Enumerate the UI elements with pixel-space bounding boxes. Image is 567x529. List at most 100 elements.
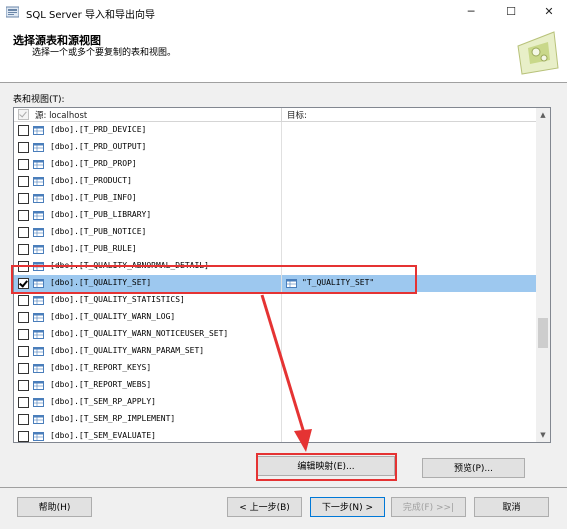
maximize-button[interactable]: ☐ (496, 2, 526, 22)
table-row[interactable]: [dbo].[T_QUALITY_STATISTICS] (14, 292, 536, 309)
annotation-highlight-row (11, 265, 417, 294)
table-icon (33, 313, 44, 322)
row-checkbox[interactable] (18, 431, 29, 442)
row-checkbox[interactable] (18, 346, 29, 357)
table-icon (33, 432, 44, 441)
source-table-name: [dbo].[T_PRODUCT] (50, 176, 132, 185)
help-button[interactable]: 帮助(H) (17, 497, 92, 517)
table-row[interactable]: [dbo].[T_SEM_RP_IMPLEMENT] (14, 411, 536, 428)
app-icon (6, 6, 19, 18)
next-button[interactable]: 下一步(N) > (310, 497, 385, 517)
row-divider (281, 139, 282, 156)
table-row[interactable]: [dbo].[T_SEM_RP_APPLY] (14, 394, 536, 411)
row-checkbox[interactable] (18, 312, 29, 323)
minimize-button[interactable]: ─ (456, 2, 486, 22)
row-checkbox[interactable] (18, 295, 29, 306)
row-divider (281, 360, 282, 377)
table-row[interactable]: [dbo].[T_REPORT_WEBS] (14, 377, 536, 394)
grid-header: 源: localhost 目标: (14, 108, 536, 122)
table-icon (33, 177, 44, 186)
row-checkbox[interactable] (18, 176, 29, 187)
footer-divider (0, 487, 567, 488)
row-divider (281, 241, 282, 258)
row-checkbox[interactable] (18, 210, 29, 221)
table-row[interactable]: [dbo].[T_PUB_INFO] (14, 190, 536, 207)
row-divider (281, 326, 282, 343)
row-divider (281, 411, 282, 428)
title-bar: SQL Server 导入和导出向导 ─ ☐ ✕ (0, 0, 567, 24)
row-divider (281, 428, 282, 442)
row-checkbox[interactable] (18, 363, 29, 374)
table-icon (33, 364, 44, 373)
row-checkbox[interactable] (18, 329, 29, 340)
source-table-name: [dbo].[T_QUALITY_WARN_NOTICEUSER_SET] (50, 329, 229, 338)
annotation-highlight-button (256, 453, 397, 481)
table-row[interactable]: [dbo].[T_QUALITY_WARN_LOG] (14, 309, 536, 326)
table-icon (33, 381, 44, 390)
page-subtitle: 选择一个或多个要复制的表和视图。 (32, 48, 177, 58)
close-button[interactable]: ✕ (534, 2, 564, 22)
source-table-name: [dbo].[T_SEM_EVALUATE] (50, 431, 156, 440)
row-divider (281, 207, 282, 224)
table-row[interactable]: [dbo].[T_SEM_EVALUATE] (14, 428, 536, 442)
row-divider (281, 292, 282, 309)
wizard-header: 选择源表和源视图 选择一个或多个要复制的表和视图。 (0, 24, 567, 83)
row-divider (281, 190, 282, 207)
tables-views-label: 表和视图(T): (13, 95, 65, 105)
row-checkbox[interactable] (18, 414, 29, 425)
row-checkbox[interactable] (18, 380, 29, 391)
row-checkbox[interactable] (18, 159, 29, 170)
row-divider (281, 394, 282, 411)
table-icon (33, 160, 44, 169)
table-icon (33, 347, 44, 356)
table-icon (33, 296, 44, 305)
row-divider (281, 309, 282, 326)
table-row[interactable]: [dbo].[T_QUALITY_WARN_NOTICEUSER_SET] (14, 326, 536, 343)
cancel-button[interactable]: 取消 (474, 497, 549, 517)
finish-button[interactable]: 完成(F) >>| (391, 497, 466, 517)
back-button[interactable]: < 上一步(B) (227, 497, 302, 517)
row-checkbox[interactable] (18, 244, 29, 255)
table-icon (33, 143, 44, 152)
table-row[interactable]: [dbo].[T_PRD_DEVICE] (14, 122, 536, 139)
table-row[interactable]: [dbo].[T_PRD_OUTPUT] (14, 139, 536, 156)
source-table-name: [dbo].[T_PRD_PROP] (50, 159, 137, 168)
source-table-name: [dbo].[T_QUALITY_WARN_PARAM_SET] (50, 346, 205, 355)
row-checkbox[interactable] (18, 227, 29, 238)
row-checkbox[interactable] (18, 193, 29, 204)
table-row[interactable]: [dbo].[T_REPORT_KEYS] (14, 360, 536, 377)
table-icon (33, 211, 44, 220)
wizard-logo-icon (517, 31, 559, 75)
source-table-name: [dbo].[T_SEM_RP_APPLY] (50, 397, 156, 406)
table-row[interactable]: [dbo].[T_QUALITY_WARN_PARAM_SET] (14, 343, 536, 360)
row-checkbox[interactable] (18, 397, 29, 408)
column-divider[interactable] (281, 108, 282, 121)
table-row[interactable]: [dbo].[T_PRD_PROP] (14, 156, 536, 173)
source-table-name: [dbo].[T_PUB_INFO] (50, 193, 137, 202)
table-row[interactable]: [dbo].[T_PUB_NOTICE] (14, 224, 536, 241)
row-divider (281, 224, 282, 241)
vertical-scrollbar[interactable]: ▲ ▼ (536, 108, 550, 442)
window-title: SQL Server 导入和导出向导 (26, 10, 155, 21)
column-header-source[interactable]: 源: localhost (35, 109, 87, 121)
scroll-thumb[interactable] (538, 318, 548, 348)
table-icon (33, 415, 44, 424)
source-table-name: [dbo].[T_SEM_RP_IMPLEMENT] (50, 414, 176, 423)
table-icon (33, 330, 44, 339)
table-row[interactable]: [dbo].[T_PUB_LIBRARY] (14, 207, 536, 224)
row-divider (281, 122, 282, 139)
row-checkbox[interactable] (18, 125, 29, 136)
source-table-name: [dbo].[T_PRD_OUTPUT] (50, 142, 147, 151)
preview-button[interactable]: 预览(P)... (422, 458, 525, 478)
row-checkbox[interactable] (18, 142, 29, 153)
scroll-up-icon[interactable]: ▲ (536, 108, 550, 122)
source-table-name: [dbo].[T_REPORT_KEYS] (50, 363, 152, 372)
select-all-checkbox[interactable] (18, 109, 29, 120)
table-row[interactable]: [dbo].[T_PUB_RULE] (14, 241, 536, 258)
source-table-name: [dbo].[T_PUB_NOTICE] (50, 227, 147, 236)
column-header-target[interactable]: 目标: (287, 109, 307, 121)
source-table-name: [dbo].[T_PUB_RULE] (50, 244, 137, 253)
table-row[interactable]: [dbo].[T_PRODUCT] (14, 173, 536, 190)
scroll-down-icon[interactable]: ▼ (536, 428, 550, 442)
table-icon (33, 194, 44, 203)
